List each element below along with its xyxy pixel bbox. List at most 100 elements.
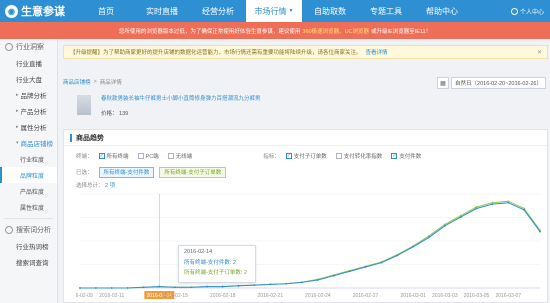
sidebar-item-brand[interactable]: ▸ 品牌分析 [0,87,57,103]
sidebar-item-label: 属性分析 [20,125,47,132]
checkbox-icon [137,153,144,159]
x-tick-label: 2016-02-27 [353,293,379,299]
data-point [126,287,129,289]
user-label: 个人中心 [519,9,544,16]
data-point [221,285,224,288]
series-line-2 [80,202,541,289]
data-point [348,270,351,273]
checkbox-checked-icon: ✓ [391,153,398,159]
sidebar-sub-brand[interactable]: 品牌粒度 [0,167,57,183]
metric-suborders-checkbox[interactable]: ✓ 支付子订单数 [285,152,327,160]
product-info: 春秋款男装长袖牛仔裤男士小脚小直筒修身弹力百搭潮流九分裤男 价格： 139 [63,93,548,127]
x-tick-label: 2016-02-21 [258,293,284,299]
sidebar-item-ranking[interactable]: ▾ 商品店铺榜 [0,135,57,151]
tooltip-series-1: 所有终端-支付件数: 2 [184,260,236,266]
data-point [301,281,303,284]
breadcrumb-separator: > [93,79,97,85]
checkbox-label: 支付件数 [399,154,422,160]
logo-icon: ◉ [5,4,18,18]
x-tick-label: 2016-02-24 [305,293,331,299]
sidebar-sub-industry[interactable]: 行业粒度 [0,151,57,167]
product-text: 春秋款男装长袖牛仔裤男士小脚小直筒修身弹力百搭潮流九分裤男 价格： 139 [101,93,261,117]
sidebar-item-attribute[interactable]: ▸ 属性分析 [0,119,57,135]
checkbox-checked-icon: ✓ [98,153,105,159]
sidebar-item-industry-overview[interactable]: 行业大盘 [0,71,57,87]
checkbox-label: 支付转化率指数 [343,154,383,160]
data-point [110,287,113,289]
x-tick-label: 2016-02-09 [76,293,93,299]
data-point [332,274,335,277]
selected-count: 选择总计： 2 项 [76,181,115,189]
breadcrumb-parent[interactable]: 商品店铺榜 [63,78,91,86]
terminal-wireless-checkbox[interactable]: 无线端 [167,152,192,160]
selected-count-value: 2 项 [105,183,116,189]
notice-link[interactable]: 查看详情 [366,48,388,56]
sidebar-group-label: 行业洞察 [16,44,44,51]
industry-icon [5,43,13,51]
sidebar-sub-product[interactable]: 产品粒度 [0,183,57,199]
x-tick-label: 2016-02-11 [99,293,124,299]
product-title[interactable]: 春秋款男装长袖牛仔裤男士小脚小直筒修身弹力百搭潮流九分裤男 [101,96,261,103]
banner-highlight[interactable]: 360极速浏览器、UC浏览器 [302,27,369,35]
checkbox-checked-icon: ✓ [285,153,292,159]
data-point [475,207,478,210]
data-point [142,286,145,289]
product-thumbnail[interactable] [77,95,91,115]
search-icon [5,226,13,234]
nav-realtime[interactable]: 实时直播 [134,0,190,22]
caret-right-icon: ▸ [16,92,19,98]
nav-home[interactable]: 首页 [78,0,134,22]
sidebar-item-industry-live[interactable]: 行业直播 [0,55,57,71]
data-point [174,286,177,289]
selected-tag-items[interactable]: 所有终端-支付件数 [98,166,155,178]
metric-conversion-checkbox[interactable]: 支付转化率指数 [335,152,383,160]
sidebar-sub-attribute[interactable]: 属性粒度 [0,199,57,215]
terminal-pc-checkbox[interactable]: PC端 [137,152,159,160]
series-line-1 [80,200,541,289]
sidebar-group-industry[interactable]: 行业洞察 [0,39,57,55]
data-point [459,216,462,219]
x-tick-label: 2016-03-03 [432,293,458,299]
close-icon[interactable]: ✕ [537,49,542,56]
nav-self-service[interactable]: 自助取数 [302,0,358,22]
sidebar-item-product[interactable]: ▸ 产品分析 [0,103,57,119]
sidebar-group-search[interactable]: 搜索词分析 [0,222,57,238]
checkbox-icon [335,153,342,159]
terminal-all-checkbox[interactable]: ✓ 所有终端 [98,152,129,160]
data-point [364,266,367,268]
nav-tools[interactable]: 专题工具 [358,0,414,22]
data-point [412,245,415,248]
date-range-value[interactable]: 自然日（2016-02-20~2016-02-26） [451,77,546,89]
date-range-picker[interactable]: ▦ 自然日（2016-02-20~2016-02-26） [437,77,546,89]
product-price: 价格： 139 [101,109,261,117]
filter-row: 终端： ✓ 所有终端 PC端 无线端 指标： ✓ 支付子订单数 支付转化率指数 ✓ 支… [64,150,549,162]
nav-help[interactable]: 帮助中心 [414,0,470,22]
sidebar-item-hot-words[interactable]: 行业热词榜 [0,238,57,254]
upgrade-notice: 【升级提醒】为了帮助商家更好的提升店铺的数据化运营能力，市场行情还需有重要功能将… [63,45,548,59]
user-menu[interactable]: 个人中心 [510,7,550,16]
data-point [269,283,272,286]
data-point [190,286,192,289]
data-point [523,209,526,211]
data-point [539,230,541,233]
checkbox-icon [167,153,174,159]
nav-business[interactable]: 经营分析 [190,0,246,22]
caret-right-icon: ▸ [16,108,19,114]
selected-tag-suborders[interactable]: 所有终端-支付子订单数 [159,166,227,178]
trend-chart[interactable]: 2016-02-09 2016-02-11 2016-02-14 2016-02-15… [76,190,544,302]
x-tick-label: 2016-03-05 [464,293,490,299]
sidebar-item-word-query[interactable]: 搜索词查询 [0,254,57,270]
top-nav: ◉ 生意参谋 首页 实时直播 经营分析 市场行情 ▼ 自助取数 专题工具 帮助中… [0,0,550,22]
metric-items-checkbox[interactable]: ✓ 支付件数 [391,152,421,160]
metric-label: 指标： [263,154,280,160]
calendar-icon[interactable]: ▦ [437,77,450,89]
x-tick-label: 2016-03-07 [495,293,521,299]
trend-title: 商品趋势 [64,130,547,146]
data-point [396,254,399,257]
nav-market[interactable]: 市场行情 ▼ [246,0,302,22]
browser-warning-banner: 您所使用的浏览器版本过低，为了确保正常使用好体验生意参谋，建议使用 360极速浏… [0,22,550,39]
selected-row: 已选： 所有终端-支付件数 所有终端-支付子订单数 [64,166,231,178]
logo[interactable]: ◉ 生意参谋 [0,3,78,19]
sidebar-item-label: 商品店铺榜 [20,141,54,148]
banner-text-before: 您所使用的浏览器版本过低，为了确保正常使用好体验生意参谋，建议使用 [118,28,301,35]
